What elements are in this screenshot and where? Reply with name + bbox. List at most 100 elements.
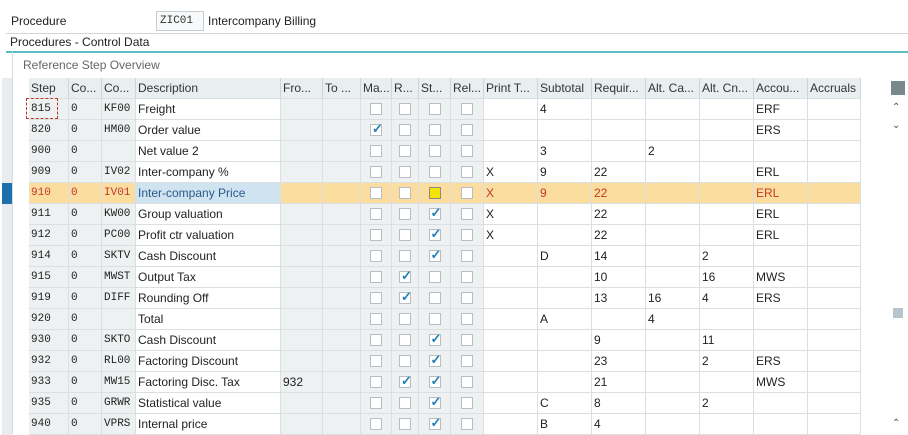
cell-reqm[interactable]: 22 — [592, 225, 646, 246]
checkbox-icon[interactable] — [399, 166, 411, 178]
checkbox-icon[interactable] — [461, 145, 473, 157]
cell-to[interactable] — [323, 330, 361, 351]
checkbox-icon[interactable] — [399, 334, 411, 346]
cell-cnt[interactable]: 0 — [69, 309, 102, 330]
cell-sub[interactable] — [538, 225, 592, 246]
checkbox-icon[interactable] — [461, 124, 473, 136]
cell-rel-checkbox[interactable] — [451, 141, 484, 162]
checkbox-icon[interactable] — [370, 355, 382, 367]
table-settings-icon[interactable] — [891, 81, 905, 95]
column-header-step[interactable]: Step — [29, 78, 69, 99]
cell-desc[interactable]: Order value — [136, 120, 281, 141]
cell-accr[interactable] — [808, 246, 861, 267]
cell-req-checkbox[interactable] — [392, 393, 419, 414]
procedure-code-field[interactable]: ZIC01 — [156, 11, 204, 31]
cell-accr[interactable] — [808, 267, 861, 288]
cell-from[interactable] — [281, 330, 323, 351]
cell-step[interactable]: 935 — [29, 393, 69, 414]
cell-print[interactable] — [484, 351, 538, 372]
column-header-desc[interactable]: Description — [136, 78, 281, 99]
checkbox-icon[interactable] — [461, 292, 473, 304]
column-header-accr[interactable]: Accruals — [808, 78, 861, 99]
cell-accr[interactable] — [808, 309, 861, 330]
cell-accr[interactable] — [808, 183, 861, 204]
checkbox-icon[interactable] — [399, 250, 411, 262]
cell-accr[interactable] — [808, 162, 861, 183]
cell-to[interactable] — [323, 204, 361, 225]
cell-altcalc[interactable] — [646, 162, 700, 183]
cell-step[interactable]: 910 — [29, 183, 69, 204]
cell-req-checkbox[interactable] — [392, 120, 419, 141]
row-selector[interactable] — [2, 204, 12, 225]
cell-altcalc[interactable] — [646, 372, 700, 393]
cell-to[interactable] — [323, 309, 361, 330]
checkbox-icon[interactable] — [399, 145, 411, 157]
cell-rel-checkbox[interactable] — [451, 183, 484, 204]
cell-to[interactable] — [323, 120, 361, 141]
column-header-altcalc[interactable]: Alt. Ca... — [646, 78, 700, 99]
table-row[interactable]: 912 0 PC00 Profit ctr valuation ✓ X 22 ERL — [2, 225, 883, 246]
table-row[interactable]: 932 0 RL00 Factoring Discount ✓ 23 2 ERS — [2, 351, 883, 372]
cell-altbase[interactable]: 16 — [700, 267, 754, 288]
cell-altbase[interactable] — [700, 225, 754, 246]
cell-from[interactable] — [281, 246, 323, 267]
cell-stat-checkbox[interactable]: ✓ — [419, 414, 451, 435]
table-row[interactable]: 914 0 SKTV Cash Discount ✓ D 14 2 — [2, 246, 883, 267]
column-header-req[interactable]: R... — [392, 78, 419, 99]
cell-man-checkbox[interactable] — [361, 204, 392, 225]
cell-req-checkbox[interactable] — [392, 183, 419, 204]
checkbox-icon[interactable] — [399, 313, 411, 325]
cell-sub[interactable]: 4 — [538, 99, 592, 120]
checkbox-icon[interactable] — [428, 166, 441, 178]
cell-altbase[interactable] — [700, 183, 754, 204]
cell-cond[interactable]: KF00 — [102, 99, 136, 120]
cell-altcalc[interactable] — [646, 351, 700, 372]
cell-desc[interactable]: Internal price — [136, 414, 281, 435]
cell-accr[interactable] — [808, 330, 861, 351]
cell-desc[interactable]: Factoring Disc. Tax — [136, 372, 281, 393]
scroll-down-icon[interactable]: ⌄ — [892, 120, 900, 131]
cell-man-checkbox[interactable] — [361, 99, 392, 120]
cell-print[interactable]: X — [484, 204, 538, 225]
cell-to[interactable] — [323, 351, 361, 372]
cell-rel-checkbox[interactable] — [451, 393, 484, 414]
cell-reqm[interactable]: 4 — [592, 414, 646, 435]
cell-stat-checkbox[interactable] — [419, 183, 451, 204]
cell-print[interactable]: X — [484, 162, 538, 183]
cell-from[interactable] — [281, 309, 323, 330]
table-row[interactable]: 919 0 DIFF Rounding Off ✓ 13 16 4 ERS — [2, 288, 883, 309]
cell-cond[interactable]: PC00 — [102, 225, 136, 246]
cell-cond[interactable]: HM00 — [102, 120, 136, 141]
checkbox-icon[interactable] — [461, 229, 473, 241]
cell-stat-checkbox[interactable]: ✓ — [419, 372, 451, 393]
cell-stat-checkbox[interactable]: ✓ — [419, 330, 451, 351]
cell-acct[interactable] — [754, 309, 808, 330]
cell-cond[interactable]: DIFF — [102, 288, 136, 309]
cell-stat-checkbox[interactable]: ✓ — [419, 225, 451, 246]
cell-cnt[interactable]: 0 — [69, 183, 102, 204]
cell-from[interactable]: 932 — [281, 372, 323, 393]
table-row[interactable]: 940 0 VPRS Internal price ✓ B 4 — [2, 414, 883, 435]
cell-rel-checkbox[interactable] — [451, 330, 484, 351]
row-selector[interactable] — [2, 414, 12, 435]
cell-cnt[interactable]: 0 — [69, 225, 102, 246]
cell-req-checkbox[interactable] — [392, 99, 419, 120]
cell-to[interactable] — [323, 225, 361, 246]
cell-desc[interactable]: Net value 2 — [136, 141, 281, 162]
cell-cnt[interactable]: 0 — [69, 330, 102, 351]
cell-reqm[interactable]: 23 — [592, 351, 646, 372]
cell-reqm[interactable]: 22 — [592, 162, 646, 183]
checkbox-icon[interactable] — [370, 397, 382, 409]
cell-cnt[interactable]: 0 — [69, 351, 102, 372]
cell-cnt[interactable]: 0 — [69, 246, 102, 267]
cell-man-checkbox[interactable] — [361, 414, 392, 435]
cell-man-checkbox[interactable] — [361, 330, 392, 351]
checkbox-icon[interactable] — [370, 250, 382, 262]
cell-acct[interactable] — [754, 330, 808, 351]
cell-accr[interactable] — [808, 414, 861, 435]
cell-altbase[interactable] — [700, 414, 754, 435]
row-selector[interactable] — [2, 288, 12, 309]
checked-checkbox-icon[interactable]: ✓ — [399, 269, 412, 283]
cell-desc[interactable]: Group valuation — [136, 204, 281, 225]
cell-accr[interactable] — [808, 141, 861, 162]
